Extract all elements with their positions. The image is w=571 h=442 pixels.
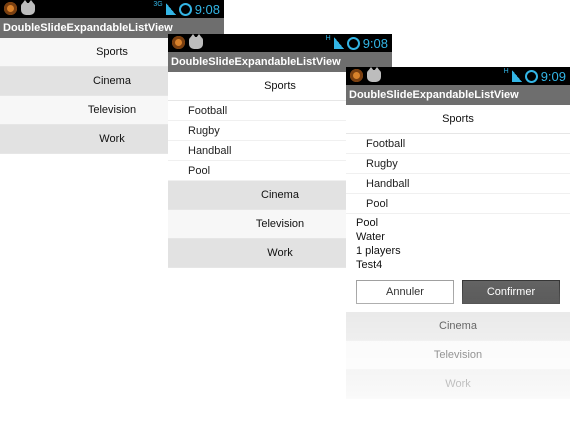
cat-notification-icon (21, 0, 35, 15)
child-rugby[interactable]: Rugby (346, 154, 570, 174)
child-pool[interactable]: Pool (346, 194, 570, 214)
button-row: Annuler Confirmer (346, 274, 570, 312)
screen-3: H 9:09 DoubleSlideExpandableListView Spo… (346, 67, 570, 442)
group-sports[interactable]: Sports (346, 105, 570, 134)
clock: 9:08 (362, 35, 388, 51)
detail-line: Test4 (356, 259, 383, 271)
cat-notification-icon (189, 34, 203, 49)
status-bar: H 9:08 (168, 34, 392, 52)
network-type: H (503, 68, 509, 75)
notification-icon (4, 2, 17, 15)
status-bar: H 9:09 (346, 67, 570, 85)
group-television[interactable]: Television (346, 341, 570, 370)
detail-line: Pool (356, 217, 379, 229)
clock: 9:09 (540, 68, 566, 84)
signal-icon (165, 3, 176, 15)
sync-icon (346, 36, 360, 50)
detail-list: Pool Water 1 players Test4 (346, 214, 570, 274)
notification-icon (172, 36, 185, 49)
detail-panel: Pool Water 1 players Test4 Annuler Confi… (346, 214, 570, 312)
sync-icon (524, 69, 538, 83)
detail-line: Water (356, 231, 385, 243)
child-football[interactable]: Football (346, 134, 570, 154)
network-type: 3G (153, 1, 163, 8)
clock: 9:08 (194, 1, 220, 17)
group-cinema[interactable]: Cinema (346, 312, 570, 341)
detail-line: 1 players (356, 245, 401, 257)
notification-icon (350, 69, 363, 82)
signal-icon (511, 70, 522, 82)
status-bar: 3G 9:08 (0, 0, 224, 18)
cat-notification-icon (367, 67, 381, 82)
group-work[interactable]: Work (346, 370, 570, 399)
child-handball[interactable]: Handball (346, 174, 570, 194)
sync-icon (178, 2, 192, 16)
network-type: H (325, 35, 331, 42)
signal-icon (333, 37, 344, 49)
app-title: DoubleSlideExpandableListView (346, 85, 570, 105)
cancel-button[interactable]: Annuler (356, 280, 454, 304)
confirm-button[interactable]: Confirmer (462, 280, 560, 304)
